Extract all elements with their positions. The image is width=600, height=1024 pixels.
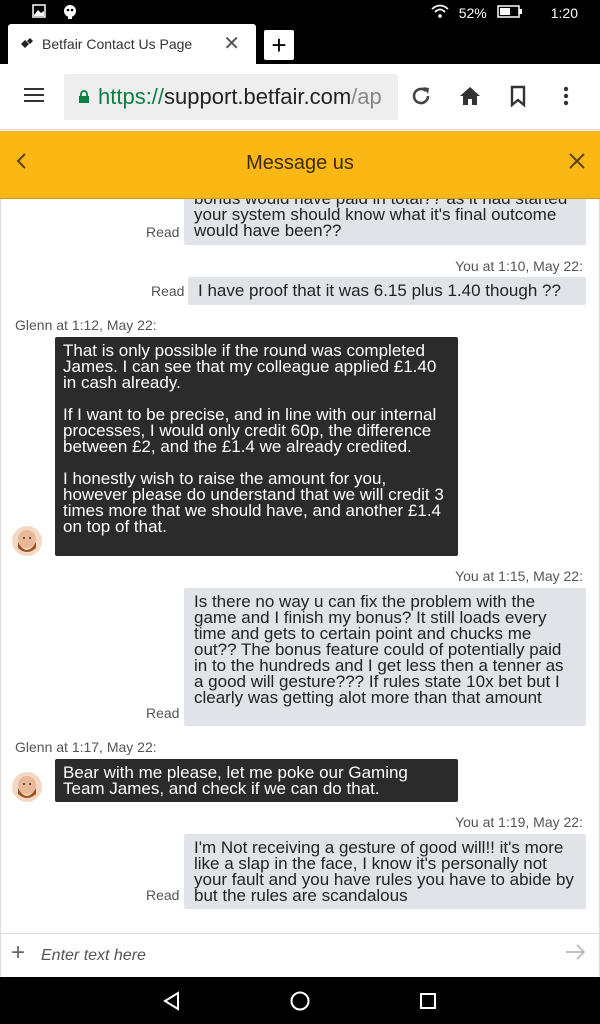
chat-title: Message us xyxy=(246,152,354,174)
bookmark-icon[interactable] xyxy=(505,84,531,110)
message-paragraph: That is only possible if the round was c… xyxy=(63,341,437,392)
tab-title: Betfair Contact Us Page xyxy=(42,36,193,52)
betfair-favicon-icon xyxy=(20,36,36,52)
message-input-bar: + xyxy=(0,933,600,977)
read-receipt: Read xyxy=(146,887,180,903)
agent-avatar xyxy=(12,772,42,802)
url-scheme: https:// xyxy=(98,84,165,109)
message-meta: Glenn at 1:12, May 22: xyxy=(15,317,157,333)
message-meta: You at 1:15, May 22: xyxy=(455,568,583,584)
message-text: Is there no way u can fix the problem wi… xyxy=(194,592,564,707)
message-meta: You at 1:10, May 22: xyxy=(455,258,583,274)
hamburger-menu-icon[interactable] xyxy=(24,88,44,104)
clock: 1:20 xyxy=(550,4,578,21)
chat-header: Message us xyxy=(0,131,600,199)
app-notification-icon xyxy=(62,4,78,23)
send-arrow-icon[interactable] xyxy=(565,942,587,966)
user-message: I have proof that it was 6.15 plus 1.40 … xyxy=(188,277,586,305)
nav-back-icon[interactable] xyxy=(162,991,182,1016)
home-icon[interactable] xyxy=(457,84,483,110)
url-host: support.betfair.com xyxy=(164,84,352,109)
message-meta: You at 1:19, May 22: xyxy=(455,814,583,830)
user-message: bonus would have paid in total?? as it h… xyxy=(184,199,586,245)
url-bar[interactable]: https://support.betfair.com/ap xyxy=(64,74,398,120)
message-meta: Glenn at 1:17, May 22: xyxy=(15,739,157,755)
tab-strip: Betfair Contact Us Page ✕ + xyxy=(0,24,600,64)
nav-recents-icon[interactable] xyxy=(419,992,437,1015)
message-input[interactable] xyxy=(41,942,541,970)
chat-transcript[interactable]: bonus would have paid in total?? as it h… xyxy=(0,199,600,933)
attach-plus-icon[interactable]: + xyxy=(11,941,25,965)
user-message: Is there no way u can fix the problem wi… xyxy=(184,588,586,726)
reload-icon[interactable] xyxy=(408,84,434,110)
android-nav-bar xyxy=(0,977,600,1024)
more-options-icon[interactable] xyxy=(553,84,579,110)
lock-icon xyxy=(78,84,90,110)
message-text: bonus would have paid in total?? as it h… xyxy=(194,199,567,240)
message-paragraph: I honestly wish to raise the amount for … xyxy=(63,469,444,536)
read-receipt: Read xyxy=(146,224,180,240)
gallery-notification-icon xyxy=(32,4,46,23)
battery-percent: 52% xyxy=(458,4,487,21)
read-receipt: Read xyxy=(146,705,180,721)
agent-avatar xyxy=(12,526,42,556)
status-bar: 52% 1:20 xyxy=(0,0,600,24)
message-text: I'm Not receiving a gesture of good will… xyxy=(194,838,574,905)
url-path: /ap xyxy=(351,84,382,109)
browser-tab[interactable]: Betfair Contact Us Page ✕ xyxy=(8,24,256,64)
wifi-icon xyxy=(431,4,449,21)
nav-home-icon[interactable] xyxy=(289,990,311,1017)
agent-message: That is only possible if the round was c… xyxy=(55,337,458,556)
new-tab-button[interactable]: + xyxy=(264,30,294,60)
browser-toolbar: https://support.betfair.com/ap xyxy=(0,64,600,130)
close-chat-icon[interactable] xyxy=(568,149,586,177)
message-text: I have proof that it was 6.15 plus 1.40 … xyxy=(198,281,561,300)
battery-icon xyxy=(497,4,523,21)
message-text: Bear with me please, let me poke our Gam… xyxy=(63,763,408,798)
user-message: I'm Not receiving a gesture of good will… xyxy=(184,834,586,909)
close-tab-icon[interactable]: ✕ xyxy=(223,34,240,54)
agent-message: Bear with me please, let me poke our Gam… xyxy=(55,759,458,802)
read-receipt: Read xyxy=(151,283,185,299)
message-paragraph: If I want to be precise, and in line wit… xyxy=(63,405,437,456)
